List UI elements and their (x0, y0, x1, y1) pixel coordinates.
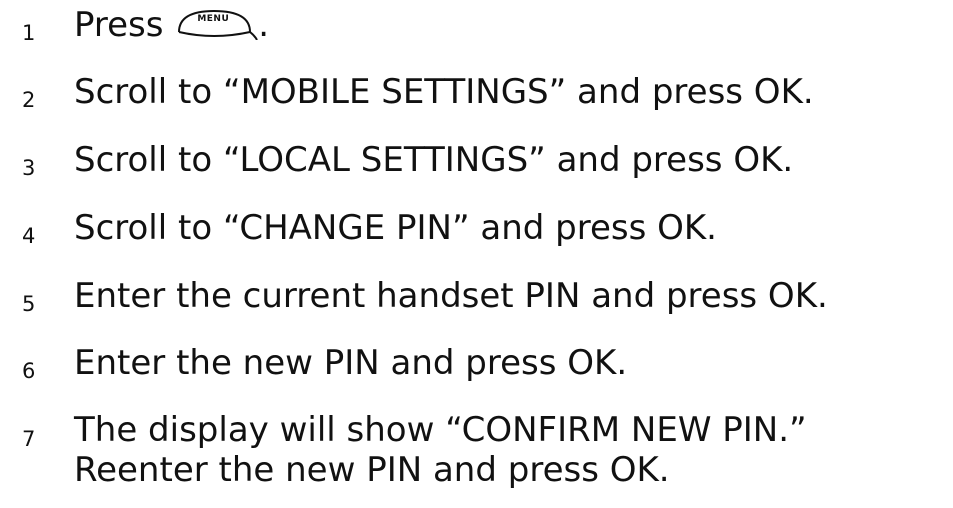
menu-key-icon: MENU (176, 6, 259, 40)
step-number: 7 (22, 427, 36, 451)
step-text: Press MENU. (74, 4, 269, 46)
step-number: 4 (22, 224, 36, 248)
step-text: Scroll to “LOCAL SETTINGS” and press OK. (74, 140, 794, 180)
menu-key-label: MENU (197, 14, 230, 24)
step-text: Enter the current handset PIN and press … (74, 276, 828, 316)
step-2: 2 Scroll to “MOBILE SETTINGS” and press … (0, 71, 953, 119)
step-number: 1 (22, 21, 36, 45)
step-text: Enter the new PIN and press OK. (74, 343, 628, 383)
step-number: 5 (22, 292, 36, 316)
instruction-steps: 1 Press MENU. 2 Scroll to “MOBILE SETTIN… (0, 0, 953, 508)
step-number: 2 (22, 88, 36, 112)
step-number: 6 (22, 359, 36, 383)
step-number: 3 (22, 156, 36, 180)
step-1: 1 Press MENU. (0, 4, 953, 52)
step-5: 5 Enter the current handset PIN and pres… (0, 275, 953, 323)
step-text: Scroll to “CHANGE PIN” and press OK. (74, 208, 717, 248)
step-6: 6 Enter the new PIN and press OK. (0, 342, 953, 390)
step-7: 7 The display will show “CONFIRM NEW PIN… (0, 410, 953, 502)
step-text: Scroll to “MOBILE SETTINGS” and press OK… (74, 72, 814, 112)
step-text-before: Press (74, 5, 175, 45)
step-text-after: . (258, 5, 270, 45)
step-3: 3 Scroll to “LOCAL SETTINGS” and press O… (0, 139, 953, 187)
step-4: 4 Scroll to “CHANGE PIN” and press OK. (0, 207, 953, 255)
step-text: The display will show “CONFIRM NEW PIN.”… (74, 410, 807, 490)
